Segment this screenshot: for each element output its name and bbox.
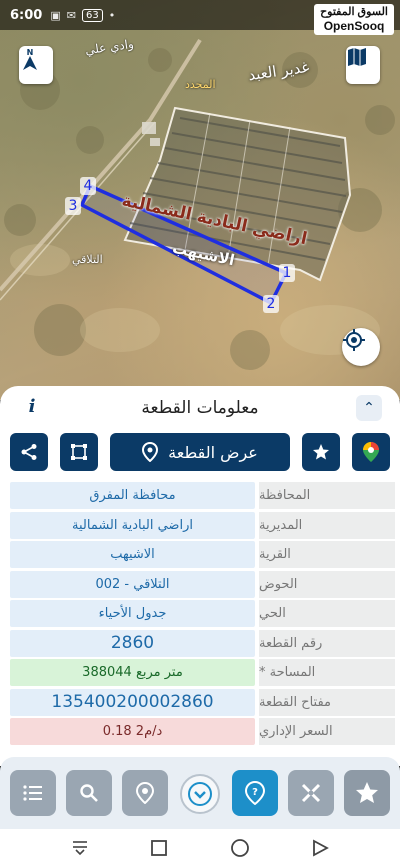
share-icon [21,444,37,460]
opensooq-watermark: السوق المفتوح OpenSooq [314,4,394,35]
chevron-down-icon [188,782,212,806]
field-label: الحي [259,600,395,627]
compass-icon: N [23,48,37,70]
nav-recents-icon[interactable] [150,839,168,857]
share-button[interactable] [10,433,48,471]
field-area: 388044 متر مربع المساحة * [10,658,395,688]
android-nav-bar [0,829,400,867]
location-pin-icon [135,782,155,804]
field-label: السعر الإداري [259,718,395,745]
field-parcel-key: 135400200002860 مفتاح القطعة [10,688,395,718]
notification-count-badge: 63 [81,8,103,22]
map-icon [348,48,366,66]
nav-home-icon[interactable] [230,838,250,858]
crosshair-icon [343,329,365,351]
panel-header: i معلومات القطعة ⌃ [0,386,400,430]
status-time: 6:00 [10,7,43,23]
vertex-2-marker: 2 [263,295,279,313]
field-value: الاشيهب [10,541,255,568]
show-parcel-button[interactable]: عرض القطعة [110,433,290,471]
map-overlay [0,38,395,370]
search-icon [80,784,98,802]
field-value: محافظة المفرق [10,482,255,509]
bottom-toolbar: ? [0,757,400,829]
nav-menu-down-icon[interactable] [71,839,89,857]
favorites-menu-button[interactable] [344,770,390,816]
mail-icon: ✉ [66,8,76,22]
help-pin-icon: ? [244,781,266,805]
vertex-1-marker: 1 [279,264,295,282]
parcel-info-panel: i معلومات القطعة ⌃ عرض القطعة محافظة الم… [0,386,400,766]
field-label: رقم القطعة [259,629,395,657]
field-parcel-number: 2860 رقم القطعة [10,629,395,659]
tools-button[interactable] [288,770,334,816]
vertex-4-marker: 4 [80,177,96,195]
map-label-al-muhaddad: المحدد [185,78,216,91]
field-value: اراضي البادية الشمالية [10,511,255,539]
compass-button[interactable]: N [19,46,53,84]
field-value: 2860 [10,629,255,657]
my-location-button[interactable] [342,328,380,366]
field-label: مفتاح القطعة [259,688,395,716]
dot-icon: • [108,8,116,22]
favorite-button[interactable] [302,433,340,471]
field-value: 0.18 د/م2 [10,718,255,745]
field-label: المحافظة [259,482,395,509]
nav-back-icon[interactable] [311,839,330,857]
field-admin-price: 0.18 د/م2 السعر الإداري [10,717,395,747]
field-value: التلاقي - 002 [10,570,255,598]
field-value: 135400200002860 [10,688,255,716]
field-label: المساحة * [259,659,395,686]
panel-title: معلومات القطعة [141,398,259,418]
field-label: الحوض [259,570,395,598]
parcel-query-button[interactable]: ? [232,770,278,816]
google-maps-button[interactable] [352,433,390,471]
polygon-icon [71,444,87,460]
field-governorate: محافظة المفرق المحافظة [10,481,395,511]
expand-toolbar-button[interactable] [180,774,220,814]
search-button[interactable] [66,770,112,816]
svg-text:N: N [27,48,34,57]
list-icon [23,785,42,801]
map-label-basin: التلاقي [72,253,103,266]
field-village: الاشيهب القرية [10,540,395,570]
field-value: 388044 متر مربع [10,659,255,686]
measure-button[interactable] [60,433,98,471]
star-icon [356,782,378,803]
vertex-3-marker: 3 [65,197,81,215]
cross-tools-icon [301,783,321,803]
info-icon[interactable]: i [20,396,44,420]
gallery-icon: ▣ [50,8,61,22]
parcel-fields: محافظة المفرق المحافظة اراضي البادية الش… [10,481,395,747]
locate-parcel-button[interactable] [122,770,168,816]
star-icon [313,444,329,460]
field-label: المديرية [259,511,395,539]
watermark-arabic: السوق المفتوح [320,6,388,18]
list-button[interactable] [10,770,56,816]
field-neighborhood: جدول الأحياء الحي [10,599,395,629]
pin-icon [142,442,159,462]
field-value: جدول الأحياء [10,600,255,627]
field-directorate: اراضي البادية الشمالية المديرية [10,511,395,541]
map-layers-button[interactable] [346,46,380,84]
svg-text:?: ? [252,787,258,798]
show-parcel-label: عرض القطعة [168,442,258,462]
watermark-brand: OpenSooq [323,19,385,33]
field-basin: التلاقي - 002 الحوض [10,570,395,600]
field-label: القرية [259,541,395,568]
google-maps-icon [363,442,379,462]
chevron-up-icon: ⌃ [363,400,375,416]
collapse-panel-button[interactable]: ⌃ [356,395,382,421]
satellite-map[interactable]: 1 2 3 4 وادي علي غدير العبد المحدد اراضي… [0,0,400,400]
